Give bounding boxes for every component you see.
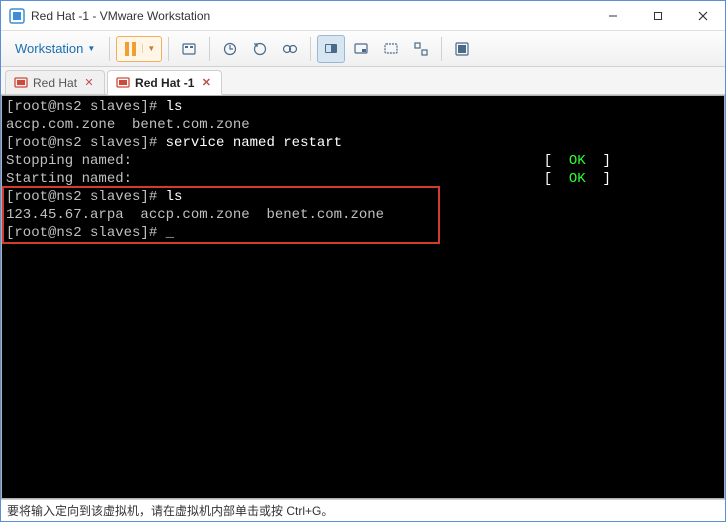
toolbar-separator xyxy=(209,37,210,61)
vmware-icon xyxy=(9,8,25,24)
snapshot-button[interactable] xyxy=(216,35,244,63)
manage-snapshots-button[interactable] xyxy=(276,35,304,63)
minimize-button[interactable] xyxy=(590,1,635,30)
tab-label: Red Hat xyxy=(33,76,77,90)
toolbar-separator xyxy=(109,37,110,61)
close-button[interactable] xyxy=(680,1,725,30)
tab-vm-1[interactable]: Red Hat -1 ✕ xyxy=(107,70,222,95)
tab-close-icon[interactable]: ✕ xyxy=(82,76,96,90)
tab-vm-0[interactable]: Red Hat ✕ xyxy=(5,70,105,94)
toolbar-separator xyxy=(441,37,442,61)
vm-icon xyxy=(14,76,28,90)
terminal-output: [root@ns2 slaves]# lsaccp.com.zone benet… xyxy=(2,96,724,244)
pause-button[interactable]: ▼ xyxy=(116,36,162,62)
thumbnail-button[interactable] xyxy=(347,35,375,63)
vm-tabbar: Red Hat ✕ Red Hat -1 ✕ xyxy=(1,67,725,95)
toolbar-separator xyxy=(168,37,169,61)
statusbar-text: 要将输入定向到该虚拟机，请在虚拟机内部单击或按 Ctrl+G。 xyxy=(7,502,333,519)
revert-snapshot-button[interactable] xyxy=(246,35,274,63)
stretch-button[interactable] xyxy=(377,35,405,63)
toolbar: Workstation ▼ ▼ xyxy=(1,31,725,67)
maximize-button[interactable] xyxy=(635,1,680,30)
window-title: Red Hat -1 - VMware Workstation xyxy=(31,9,210,23)
statusbar: 要将输入定向到该虚拟机，请在虚拟机内部单击或按 Ctrl+G。 xyxy=(1,499,725,521)
unity-button[interactable] xyxy=(407,35,435,63)
workstation-menu-label: Workstation xyxy=(15,41,83,56)
fullscreen-button[interactable] xyxy=(448,35,476,63)
tab-close-icon[interactable]: ✕ xyxy=(199,76,213,90)
window-controls xyxy=(590,1,725,30)
vm-icon xyxy=(116,76,130,90)
pause-icon xyxy=(119,42,142,56)
titlebar: Red Hat -1 - VMware Workstation xyxy=(1,1,725,31)
workstation-menu[interactable]: Workstation ▼ xyxy=(7,37,103,60)
toolbar-separator xyxy=(310,37,311,61)
vm-console[interactable]: [root@ns2 slaves]# lsaccp.com.zone benet… xyxy=(1,95,725,499)
show-console-button[interactable] xyxy=(317,35,345,63)
chevron-down-icon[interactable]: ▼ xyxy=(142,44,159,53)
chevron-down-icon: ▼ xyxy=(87,44,95,53)
tab-label: Red Hat -1 xyxy=(135,76,194,90)
send-ctrl-alt-del-button[interactable] xyxy=(175,35,203,63)
